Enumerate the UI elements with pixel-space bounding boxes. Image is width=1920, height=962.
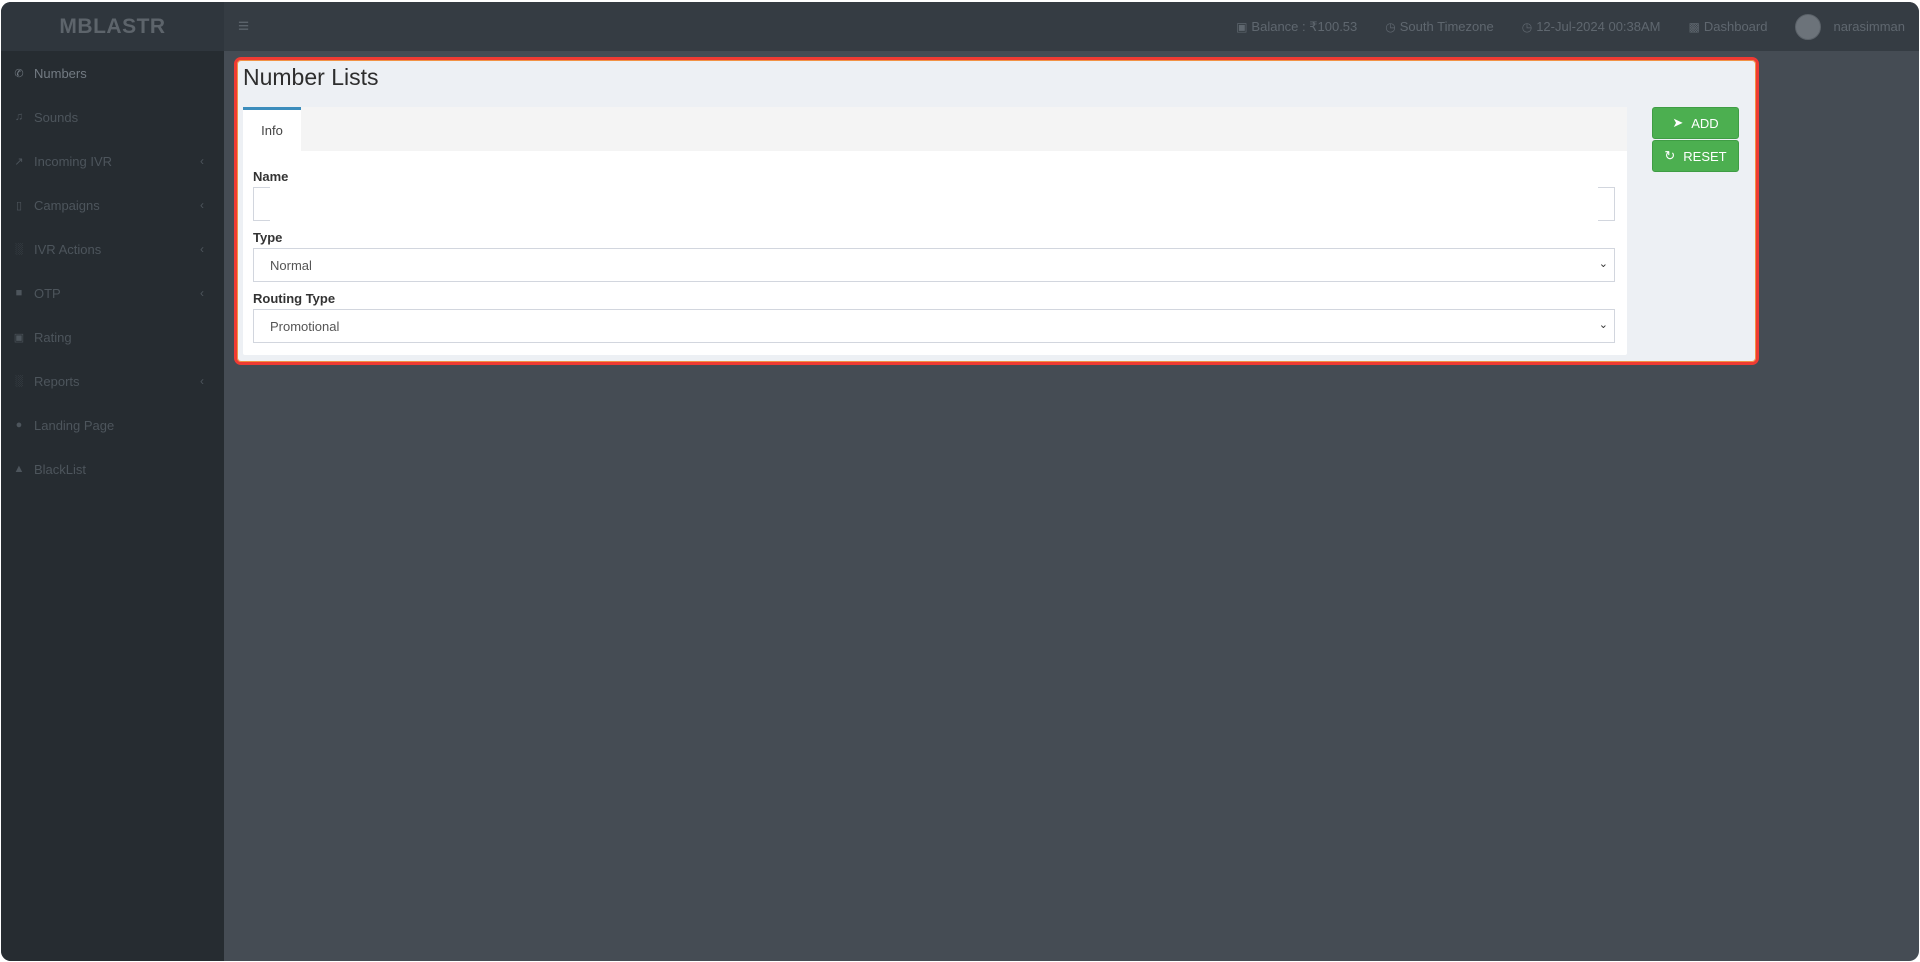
reset-button-label: RESET	[1683, 148, 1727, 164]
sidebar-item-ivr-actions[interactable]: ░ IVR Actions ‹	[1, 227, 224, 271]
sidebar-item-label: Landing Page	[34, 417, 115, 433]
sidebar-item-blacklist[interactable]: ▲ BlackList	[1, 447, 224, 491]
sidebar-item-label: Numbers	[34, 65, 87, 81]
brand-box[interactable]: MBLASTR	[1, 2, 224, 51]
timezone-text: South Timezone	[1399, 19, 1494, 34]
chevron-down-icon: ⌄	[1598, 258, 1608, 270]
sidebar-item-numbers[interactable]: ✆ Numbers	[1, 51, 224, 95]
routing-type-select-value: Promotional	[270, 318, 340, 334]
name-label: Name	[253, 169, 289, 184]
sidebar: ✆ Numbers ♫ Sounds ↗ Incoming IVR ‹ ▯ Ca…	[1, 51, 224, 961]
sidebar-item-label: IVR Actions	[34, 241, 102, 257]
sidebar-item-label: Incoming IVR	[34, 153, 113, 169]
name-field[interactable]	[253, 187, 1615, 221]
balance-text: Balance : ₹100.53	[1251, 18, 1358, 34]
chevron-left-icon: ‹	[200, 154, 204, 168]
number-lists-card: Number Lists Info Name Type Normal ⌄ Rou…	[234, 57, 1759, 365]
timezone-display: ◷ South Timezone	[1385, 19, 1493, 34]
type-select-value: Normal	[270, 257, 312, 273]
chevron-left-icon: ‹	[200, 374, 204, 388]
phone-icon: ✆	[14, 67, 24, 80]
top-navbar: MBLASTR ≡ ▣ Balance : ₹100.53 ◷ South Ti…	[1, 2, 1919, 51]
tab-info[interactable]: Info	[243, 107, 301, 151]
user-menu[interactable]: narasimman	[1795, 13, 1905, 40]
routing-type-label: Routing Type	[253, 291, 336, 306]
datetime-display: ◷ 12-Jul-2024 00:38AM	[1522, 19, 1661, 34]
sidebar-item-otp[interactable]: ■ OTP ‹	[1, 271, 224, 315]
sidebar-item-label: Campaigns	[34, 197, 100, 213]
username-text[interactable]: narasimman	[1833, 19, 1905, 34]
balance-display: ▣ Balance : ₹100.53	[1236, 19, 1357, 35]
money-icon: ▣	[13, 331, 25, 344]
routing-type-select[interactable]: Promotional ⌄	[253, 309, 1615, 343]
sidebar-item-label: Reports	[34, 373, 80, 389]
chevron-left-icon: ‹	[200, 286, 204, 300]
sidebar-item-rating[interactable]: ▣ Rating	[1, 315, 224, 359]
top-right-bar: ▣ Balance : ₹100.53 ◷ South Timezone ◷ 1…	[1236, 2, 1905, 51]
sidebar-item-reports[interactable]: ░ Reports ‹	[1, 359, 224, 403]
form-panel: Info Name Type Normal ⌄ Routing Type Pro…	[243, 107, 1627, 355]
external-link-icon: ↗	[14, 155, 24, 168]
sidebar-item-label: OTP	[34, 285, 61, 301]
add-button[interactable]: ➤ ADD	[1652, 107, 1739, 139]
page-title: Number Lists	[243, 64, 379, 90]
clock-icon: ◷	[1385, 19, 1396, 34]
bar-chart-icon: ░	[15, 243, 23, 255]
avatar[interactable]	[1795, 13, 1822, 40]
reset-button[interactable]: ↻ RESET	[1652, 140, 1739, 172]
sidebar-item-label: BlackList	[34, 461, 87, 477]
globe-icon: ●	[15, 419, 23, 431]
sidebar-item-incoming-ivr[interactable]: ↗ Incoming IVR ‹	[1, 139, 224, 183]
add-button-label: ADD	[1691, 115, 1719, 131]
chevron-left-icon: ‹	[200, 242, 204, 256]
tab-bar: Info	[243, 107, 1627, 151]
sidebar-item-label: Sounds	[34, 109, 79, 125]
datetime-text: 12-Jul-2024 00:38AM	[1536, 19, 1661, 34]
refresh-icon: ↻	[1664, 148, 1676, 163]
sidebar-item-campaigns[interactable]: ▯ Campaigns ‹	[1, 183, 224, 227]
type-label: Type	[253, 230, 283, 245]
warning-icon: ▲	[13, 463, 25, 475]
sidebar-item-landing-page[interactable]: ● Landing Page	[1, 403, 224, 447]
chevron-left-icon: ‹	[200, 198, 204, 212]
bar-chart-icon: ░	[15, 375, 23, 387]
sidebar-item-label: Rating	[34, 329, 72, 345]
dashboard-icon: ▩	[1688, 19, 1700, 34]
mobile-icon: ▯	[15, 199, 23, 212]
sidebar-item-sounds[interactable]: ♫ Sounds	[1, 95, 224, 139]
type-select[interactable]: Normal ⌄	[253, 248, 1615, 282]
clock-icon: ◷	[1521, 19, 1533, 34]
name-input[interactable]	[270, 187, 1598, 221]
dashboard-link[interactable]: ▩ Dashboard	[1689, 19, 1768, 34]
chevron-down-icon: ⌄	[1598, 319, 1608, 331]
music-icon: ♫	[14, 111, 24, 123]
dashboard-text[interactable]: Dashboard	[1704, 19, 1768, 34]
money-icon: ▣	[1236, 19, 1248, 34]
app-window: MBLASTR ≡ ▣ Balance : ₹100.53 ◷ South Ti…	[1, 2, 1919, 961]
send-icon: ➤	[1672, 115, 1684, 130]
brand-logo[interactable]: MBLASTR	[59, 15, 165, 39]
unlock-icon: ■	[15, 287, 23, 299]
menu-icon[interactable]: ≡	[238, 16, 249, 38]
